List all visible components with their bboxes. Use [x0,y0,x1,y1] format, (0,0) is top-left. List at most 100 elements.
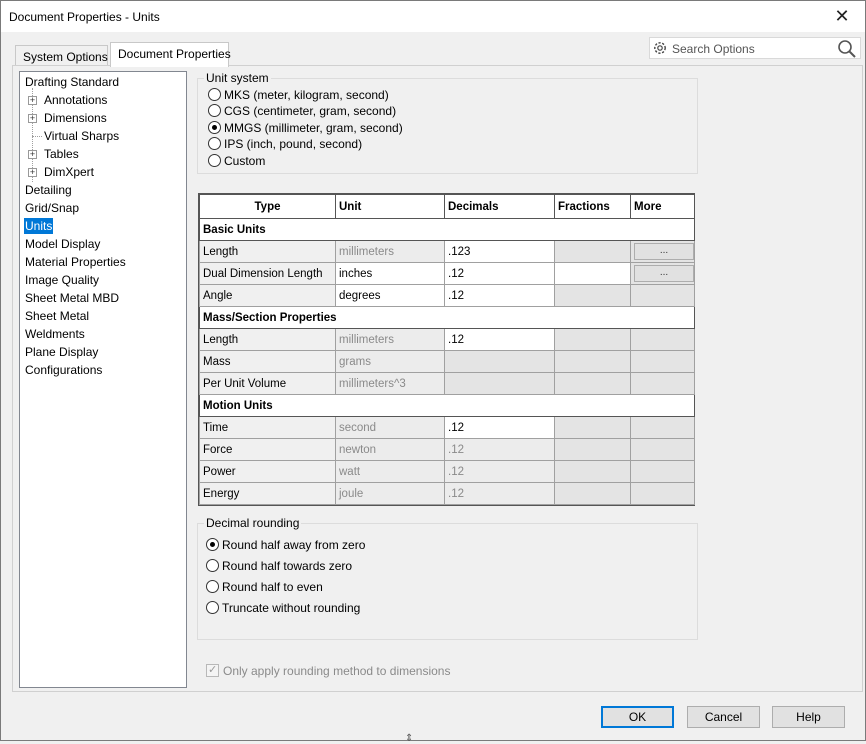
radio-button[interactable] [206,580,219,594]
radio-label: MKS (meter, kilogram, second) [224,88,389,102]
cell-fractions[interactable] [554,262,631,285]
radio-round-half-away[interactable]: Round half away from zero [206,537,365,553]
tree-item-sheet-metal-mbd[interactable]: Sheet Metal MBD [24,290,120,306]
radio-button[interactable] [208,121,221,135]
cell-unit[interactable]: millimeters^3 [335,372,445,395]
search-input[interactable]: Search Options [649,37,861,59]
tree-item-grid-snap[interactable]: Grid/Snap [24,200,80,216]
radio-button[interactable] [208,154,221,168]
radio-ips[interactable]: IPS (inch, pound, second) [208,136,362,152]
tree-item-dimensions[interactable]: Dimensions [43,110,108,126]
tree-item-dimxpert[interactable]: DimXpert [43,164,95,180]
tree-item-sheet-metal[interactable]: Sheet Metal [24,308,90,324]
cell-type: Dual Dimension Length [199,262,336,285]
cell-decimals[interactable]: .12 [444,284,555,307]
cell-more [630,482,695,505]
cell-fractions [554,350,631,373]
more-button[interactable]: ... [634,243,694,260]
radio-button[interactable] [208,104,221,118]
tree-item-detailing[interactable]: Detailing [24,182,73,198]
decimal-rounding-group: Decimal rounding Round half away from ze… [197,516,698,640]
tree-item-virtual-sharps[interactable]: Virtual Sharps [43,128,120,144]
column-header-more: More [630,194,695,219]
table-row: Energy joule .12 [199,482,695,505]
radio-label: CGS (centimeter, gram, second) [224,104,397,118]
table-row: Per Unit Volume millimeters^3 [199,372,695,395]
radio-round-half-even[interactable]: Round half to even [206,579,323,595]
tree-item-drafting-standard[interactable]: Drafting Standard [24,74,120,90]
cell-type: Length [199,240,336,263]
radio-cgs[interactable]: CGS (centimeter, gram, second) [208,103,396,119]
cell-type: Per Unit Volume [199,372,336,395]
close-icon[interactable]: ✕ [831,5,853,27]
tree-item-image-quality[interactable]: Image Quality [24,272,100,288]
table-header-row: Type Unit Decimals Fractions More [199,194,695,219]
radio-mmgs[interactable]: MMGS (millimeter, gram, second) [208,120,403,136]
expand-icon[interactable]: + [28,150,37,159]
radio-button[interactable] [206,601,219,615]
more-button[interactable]: ... [634,265,694,282]
cell-decimals[interactable]: .12 [444,262,555,285]
cell-more [630,438,695,461]
radio-button[interactable] [206,559,219,573]
cell-decimals[interactable]: .12 [444,416,555,439]
radio-truncate[interactable]: Truncate without rounding [206,600,360,616]
tree-item-model-display[interactable]: Model Display [24,236,101,252]
ok-button[interactable]: OK [601,706,674,728]
cell-more: ... [630,240,695,263]
expand-icon[interactable]: + [28,96,37,105]
cell-more [630,460,695,483]
cell-type: Time [199,416,336,439]
decimal-rounding-legend: Decimal rounding [204,516,302,530]
cancel-button[interactable]: Cancel [687,706,760,728]
cell-unit[interactable]: millimeters [335,328,445,351]
radio-label: Truncate without rounding [222,601,361,615]
search-icon[interactable] [837,39,857,59]
cell-fractions [554,482,631,505]
radio-button[interactable] [208,137,221,151]
mouse-cursor-icon: ⇕ [405,733,414,744]
section-basic-units: Basic Units [199,218,695,241]
table-row: Mass grams [199,350,695,373]
radio-label: MMGS (millimeter, gram, second) [224,121,403,135]
tree-item-tables[interactable]: Tables [43,146,80,162]
cell-unit[interactable]: watt [335,460,445,483]
cell-unit[interactable]: newton [335,438,445,461]
radio-round-half-towards[interactable]: Round half towards zero [206,558,352,574]
table-row: Power watt .12 [199,460,695,483]
cell-unit[interactable]: inches [335,262,445,285]
tree-item-plane-display[interactable]: Plane Display [24,344,99,360]
tree-item-units[interactable]: Units [24,218,54,234]
tab-system-options[interactable]: System Options [15,45,108,66]
expand-icon[interactable]: + [28,114,37,123]
column-header-type: Type [199,194,336,219]
radio-custom[interactable]: Custom [208,153,265,169]
cell-decimals[interactable]: .123 [444,240,555,263]
tree-item-annotations[interactable]: Annotations [43,92,108,108]
radio-button[interactable] [208,88,221,102]
tab-document-properties[interactable]: Document Properties [110,42,231,67]
radio-mks[interactable]: MKS (meter, kilogram, second) [208,87,389,103]
help-button[interactable]: Help [772,706,845,728]
radio-button[interactable] [206,538,219,552]
cell-unit[interactable]: millimeters [335,240,445,263]
tree-item-configurations[interactable]: Configurations [24,362,103,378]
section-motion-units: Motion Units [199,394,695,417]
cell-unit[interactable]: second [335,416,445,439]
cell-unit[interactable]: grams [335,350,445,373]
section-row: Basic Units [199,218,695,241]
cell-fractions [554,372,631,395]
cell-decimals: .12 [444,460,555,483]
search-placeholder: Search Options [672,42,755,56]
cell-fractions [554,328,631,351]
cell-unit[interactable]: degrees [335,284,445,307]
tree-item-weldments[interactable]: Weldments [24,326,86,342]
cell-decimals[interactable]: .12 [444,328,555,351]
cell-type: Mass [199,350,336,373]
section-row: Motion Units [199,394,695,417]
cell-unit[interactable]: joule [335,482,445,505]
tree-item-material-properties[interactable]: Material Properties [24,254,127,270]
cell-type: Force [199,438,336,461]
cell-type: Energy [199,482,336,505]
expand-icon[interactable]: + [28,168,37,177]
